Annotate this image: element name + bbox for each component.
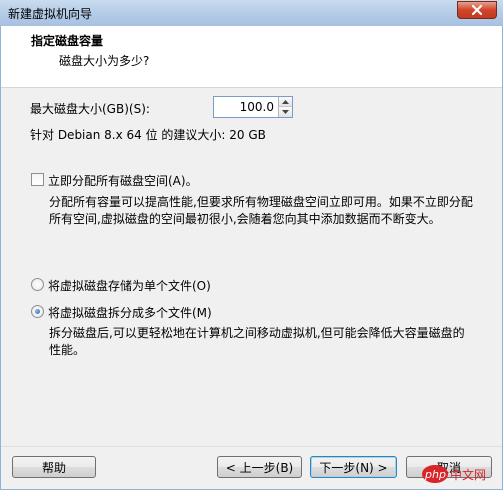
title-bar[interactable]: 新建虚拟机向导 bbox=[0, 0, 503, 26]
wizard-window: 新建虚拟机向导 指定磁盘容量 磁盘大小为多少? 最大磁盘大小(GB)(S): 1… bbox=[0, 0, 503, 490]
page-title: 指定磁盘容量 bbox=[31, 34, 104, 48]
disk-size-label: 最大磁盘大小(GB)(S): bbox=[30, 102, 150, 116]
split-files-radio[interactable] bbox=[31, 305, 44, 318]
page-subtitle: 磁盘大小为多少? bbox=[59, 54, 150, 68]
allocate-all-label[interactable]: 立即分配所有磁盘空间(A)。 bbox=[48, 172, 198, 189]
stepper-down-button[interactable] bbox=[279, 107, 292, 117]
next-button[interactable]: 下一步(N) > bbox=[310, 456, 397, 478]
svg-text:中文网: 中文网 bbox=[450, 467, 486, 482]
allocate-all-checkbox[interactable] bbox=[31, 173, 44, 186]
allocate-description-line1: 分配所有容量可以提高性能,但要求所有物理磁盘空间立即可用。如果不立即分配 bbox=[49, 195, 473, 209]
split-files-label[interactable]: 将虚拟磁盘拆分成多个文件(M) bbox=[48, 304, 212, 321]
recommended-size-text: 针对 Debian 8.x 64 位 的建议大小: 20 GB bbox=[30, 128, 266, 142]
split-description-line2: 性能。 bbox=[49, 343, 86, 357]
stepper-buttons bbox=[278, 97, 292, 117]
disk-size-input[interactable] bbox=[214, 97, 278, 117]
arrow-up-icon bbox=[282, 99, 289, 104]
dialog-body: 指定磁盘容量 磁盘大小为多少? 最大磁盘大小(GB)(S): 针对 Debian… bbox=[1, 26, 502, 489]
svg-text:php: php bbox=[424, 468, 446, 481]
single-file-label[interactable]: 将虚拟磁盘存储为单个文件(O) bbox=[48, 277, 211, 294]
single-file-radio[interactable] bbox=[31, 278, 44, 291]
stepper-up-button[interactable] bbox=[279, 97, 292, 107]
close-button[interactable] bbox=[457, 1, 497, 19]
back-button[interactable]: < 上一步(B) bbox=[217, 456, 302, 478]
help-button[interactable]: 帮助 bbox=[12, 456, 96, 478]
disk-size-stepper[interactable] bbox=[213, 96, 293, 118]
footer-divider bbox=[1, 446, 502, 447]
split-description-line1: 拆分磁盘后,可以更轻松地在计算机之间移动虚拟机,但可能会降低大容量磁盘的 bbox=[49, 326, 465, 340]
close-icon bbox=[471, 4, 483, 16]
page-header: 指定磁盘容量 磁盘大小为多少? bbox=[1, 26, 502, 88]
allocate-description-line2: 所有空间,虚拟磁盘的空间最初很小,会随着您向其中添加数据而不断变大。 bbox=[49, 212, 441, 226]
arrow-down-icon bbox=[282, 110, 289, 114]
watermark-logo: php 中文网 bbox=[420, 458, 500, 488]
window-title: 新建虚拟机向导 bbox=[8, 7, 93, 21]
